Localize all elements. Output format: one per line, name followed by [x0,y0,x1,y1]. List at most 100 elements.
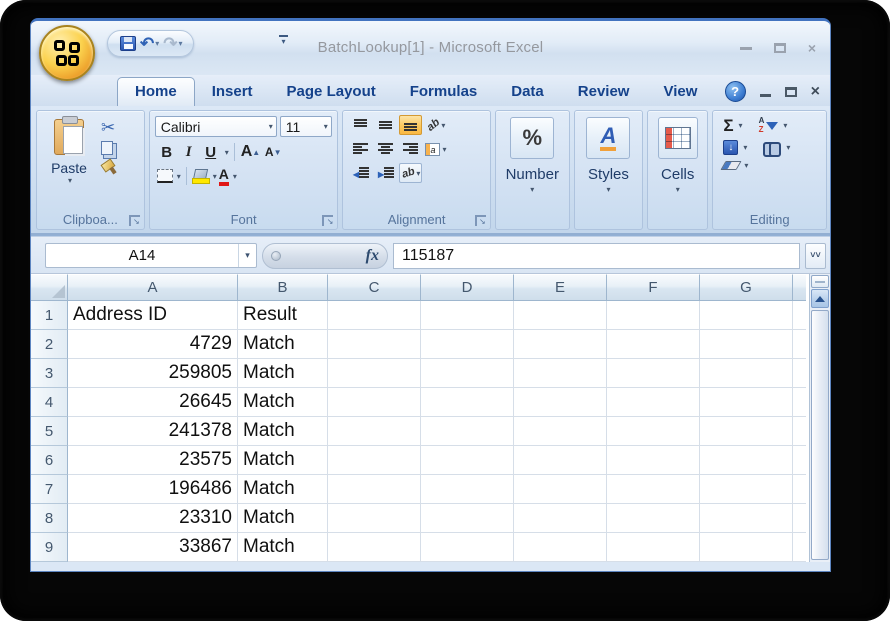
restore-button[interactable] [773,43,786,53]
tab-review[interactable]: Review [561,78,647,106]
cell[interactable] [421,388,514,417]
cell[interactable] [328,446,421,475]
column-header-d[interactable]: D [421,274,514,301]
drag-handle-icon[interactable] [271,250,281,261]
cell[interactable] [700,301,793,330]
align-middle-button[interactable] [374,115,397,135]
expand-formula-bar-button[interactable]: ˅˅ [805,242,826,269]
formula-input[interactable]: 115187 [393,242,800,269]
cell-a1[interactable]: Address ID [68,301,238,330]
align-left-button[interactable] [349,139,372,159]
cell[interactable] [514,330,607,359]
cell-b1[interactable]: Result [238,301,328,330]
cell-b6[interactable]: Match [238,446,328,475]
borders-icon[interactable] [156,169,173,184]
cell[interactable] [421,504,514,533]
workbook-close-button[interactable]: × [811,83,820,100]
cell-a3[interactable]: 259805 [68,359,238,388]
cell[interactable] [700,330,793,359]
cell[interactable] [607,330,700,359]
row-header[interactable]: 4 [31,388,68,417]
clear-dropdown-icon[interactable]: ▾ [744,161,748,170]
workbook-restore-button[interactable] [784,86,797,97]
cell[interactable] [328,330,421,359]
cell[interactable] [607,446,700,475]
format-painter-icon[interactable] [101,160,115,174]
row-header[interactable]: 2 [31,330,68,359]
clipboard-dialog-launcher-icon[interactable]: ↘ [128,215,140,226]
minimize-button[interactable] [739,46,752,50]
cell[interactable] [514,301,607,330]
cell[interactable] [700,446,793,475]
paste-dropdown-icon[interactable]: ▾ [68,176,72,185]
underline-dropdown-icon[interactable]: ▾ [225,148,229,157]
align-bottom-button[interactable] [399,115,423,135]
cell[interactable] [328,475,421,504]
cell[interactable] [514,388,607,417]
cell[interactable] [607,359,700,388]
select-all-button[interactable] [31,274,68,301]
bold-button[interactable]: B [157,142,177,162]
tab-data[interactable]: Data [494,78,561,106]
cell[interactable] [700,475,793,504]
find-dropdown-icon[interactable]: ▾ [786,143,790,152]
cell-a7[interactable]: 196486 [68,475,238,504]
cell[interactable] [607,388,700,417]
number-format-button[interactable]: % [510,117,555,159]
cell[interactable] [514,359,607,388]
align-top-button[interactable] [349,115,372,135]
row-header[interactable]: 7 [31,475,68,504]
split-handle[interactable] [811,275,829,288]
row-header[interactable]: 5 [31,417,68,446]
row-header[interactable]: 6 [31,446,68,475]
name-box[interactable]: A14 ▾ [45,243,257,268]
align-right-button[interactable] [399,139,422,159]
autosum-icon[interactable]: Σ [723,117,733,134]
cell[interactable] [328,388,421,417]
increase-font-button[interactable]: A ▲ [240,142,261,162]
cell[interactable] [607,475,700,504]
fill-dropdown-icon[interactable]: ▾ [743,143,747,152]
clear-icon[interactable] [720,161,742,170]
sort-filter-dropdown-icon[interactable]: ▾ [783,121,787,130]
orientation-button[interactable]: ab ▾ [424,115,447,135]
cell-a8[interactable]: 23310 [68,504,238,533]
cell-b2[interactable]: Match [238,330,328,359]
vertical-scrollbar[interactable] [809,274,830,562]
cell[interactable] [700,504,793,533]
cell[interactable] [328,417,421,446]
tab-page-layout[interactable]: Page Layout [270,78,393,106]
cell[interactable] [421,417,514,446]
cell[interactable] [421,359,514,388]
row-header[interactable]: 8 [31,504,68,533]
cell-a9[interactable]: 33867 [68,533,238,562]
tab-home[interactable]: Home [117,77,195,106]
cell[interactable] [514,533,607,562]
office-button[interactable] [39,25,95,81]
close-button[interactable]: × [808,41,816,55]
row-header[interactable]: 9 [31,533,68,562]
cell-styles-button[interactable]: A [586,117,631,159]
help-icon[interactable]: ? [724,81,746,102]
cell-a6[interactable]: 23575 [68,446,238,475]
cell[interactable] [607,533,700,562]
cell-b8[interactable]: Match [238,504,328,533]
cell[interactable] [514,475,607,504]
fill-color-dropdown-icon[interactable]: ▾ [213,172,217,181]
cell[interactable] [421,330,514,359]
cell-b5[interactable]: Match [238,417,328,446]
row-header[interactable]: 3 [31,359,68,388]
cell[interactable] [607,417,700,446]
cell[interactable] [328,504,421,533]
column-header-b[interactable]: B [238,274,328,301]
font-color-dropdown-icon[interactable]: ▾ [233,172,237,181]
cell[interactable] [328,301,421,330]
fill-color-icon[interactable] [191,169,210,184]
align-center-button[interactable] [374,139,397,159]
scroll-up-icon[interactable] [811,289,829,308]
name-box-dropdown-icon[interactable]: ▾ [238,244,256,267]
fill-down-icon[interactable]: ↓ [723,140,739,155]
cell[interactable] [514,417,607,446]
cell[interactable] [328,359,421,388]
scrollbar-thumb[interactable] [811,310,829,560]
